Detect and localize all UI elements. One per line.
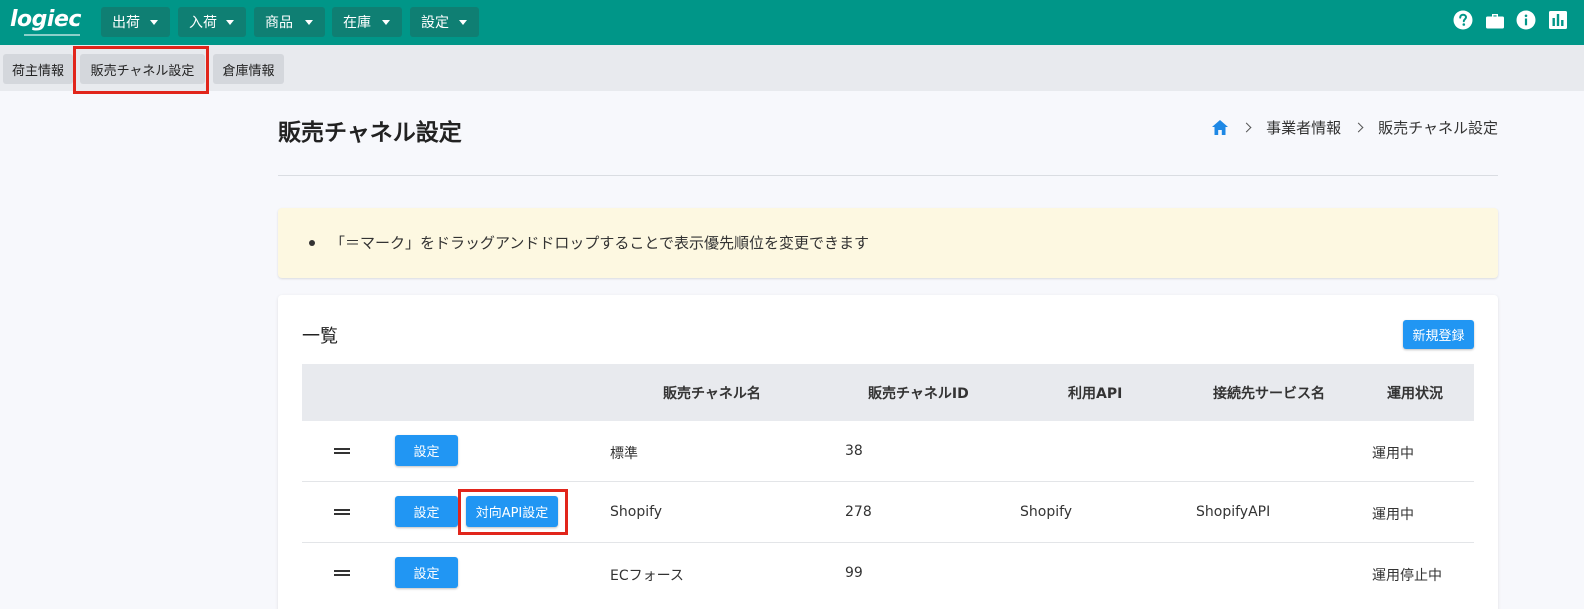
col-api[interactable]: 利用API (1068, 383, 1122, 403)
sub-tab-bar: 荷主情報 販売チャネル設定 倉庫情報 (0, 45, 1584, 91)
home-icon[interactable] (1211, 119, 1229, 136)
drag-handle-icon[interactable] (334, 448, 350, 454)
drag-handle-icon[interactable] (334, 509, 350, 515)
bar-chart-icon[interactable] (1548, 10, 1568, 30)
tab-label: 倉庫情報 (222, 63, 275, 79)
menu-inventory[interactable]: 在庫 (332, 7, 402, 37)
list-title: 一覧 (302, 326, 338, 347)
page-title: 販売チャネル設定 (278, 120, 462, 146)
menu-products[interactable]: 商品 (254, 7, 325, 37)
cell-channel-name: ECフォース (610, 568, 684, 584)
tab-label: 販売チャネル設定 (90, 63, 195, 79)
settings-button[interactable]: 設定 (395, 557, 458, 588)
cell-channel-name: 標準 (610, 446, 638, 462)
menu-shipping[interactable]: 出荷 (101, 7, 170, 37)
table-header: 販売チャネル名 販売チャネルID 利用API 接続先サービス名 運用状況 (302, 364, 1474, 421)
counter-api-settings-button[interactable]: 対向API設定 (466, 496, 558, 527)
chevron-right-icon (1353, 122, 1364, 133)
settings-button[interactable]: 設定 (395, 435, 458, 466)
caret-down-icon (150, 20, 158, 25)
cell-status: 運用停止中 (1372, 568, 1442, 584)
menu-label: 商品 (265, 15, 293, 31)
tab-warehouse-info[interactable]: 倉庫情報 (213, 54, 284, 84)
cell-status: 運用中 (1372, 446, 1414, 462)
menu-settings[interactable]: 設定 (410, 7, 479, 37)
menu-label: 出荷 (112, 15, 140, 31)
bullet-dot (309, 240, 315, 246)
settings-button[interactable]: 設定 (395, 496, 458, 527)
col-service-name[interactable]: 接続先サービス名 (1213, 383, 1325, 403)
notice-text: 「＝マーク」をドラッグアンドドロップすることで表示優先順位を変更できます (330, 234, 869, 252)
cell-channel-id: 278 (845, 504, 872, 520)
header-divider (278, 175, 1498, 176)
info-notice: 「＝マーク」をドラッグアンドドロップすることで表示優先順位を変更できます (278, 208, 1498, 278)
caret-down-icon (382, 20, 390, 25)
cell-status: 運用中 (1372, 507, 1414, 523)
help-icon[interactable] (1453, 10, 1473, 30)
col-status[interactable]: 運用状況 (1387, 383, 1443, 403)
info-icon[interactable] (1516, 10, 1536, 30)
briefcase-icon[interactable] (1485, 10, 1505, 30)
chevron-right-icon (1241, 122, 1252, 133)
table-row: 設定 標準 38 運用中 (302, 421, 1474, 482)
col-channel-id[interactable]: 販売チャネルID (868, 383, 969, 403)
cell-channel-name: Shopify (610, 504, 663, 520)
menu-receiving[interactable]: 入荷 (178, 7, 246, 37)
logo-tagline-mark (24, 34, 80, 36)
tab-shipper-info[interactable]: 荷主情報 (3, 54, 73, 84)
breadcrumb-current: 販売チャネル設定 (1378, 119, 1498, 137)
drag-handle-icon[interactable] (334, 570, 350, 576)
breadcrumb: 事業者情報 販売チャネル設定 (1211, 117, 1498, 138)
caret-down-icon (305, 20, 313, 25)
cell-service-name: ShopifyAPI (1196, 504, 1271, 520)
breadcrumb-business-info[interactable]: 事業者情報 (1266, 117, 1341, 138)
tab-sales-channel-settings[interactable]: 販売チャネル設定 (80, 54, 205, 84)
cell-channel-id: 99 (845, 565, 863, 581)
table-row: 設定 ECフォース 99 運用停止中 (302, 543, 1474, 604)
cell-channel-id: 38 (845, 443, 863, 459)
menu-label: 設定 (421, 15, 449, 31)
menu-label: 入荷 (189, 15, 217, 31)
new-register-button[interactable]: 新規登録 (1403, 320, 1474, 349)
caret-down-icon (226, 20, 234, 25)
tab-label: 荷主情報 (11, 63, 64, 79)
menu-label: 在庫 (343, 15, 371, 31)
cell-api: Shopify (1020, 504, 1073, 520)
logo-text: logiec (10, 7, 81, 32)
logiec-logo[interactable]: logiec (10, 6, 88, 40)
table-row: 設定 対向API設定 Shopify 278 Shopify ShopifyAP… (302, 482, 1474, 543)
col-channel-name[interactable]: 販売チャネル名 (663, 383, 761, 403)
channel-list-card: 一覧 新規登録 販売チャネル名 販売チャネルID 利用API 接続先サービス名 … (278, 295, 1498, 609)
top-nav-bar: logiec 出荷 入荷 商品 在庫 設定 (0, 0, 1584, 45)
caret-down-icon (459, 20, 467, 25)
